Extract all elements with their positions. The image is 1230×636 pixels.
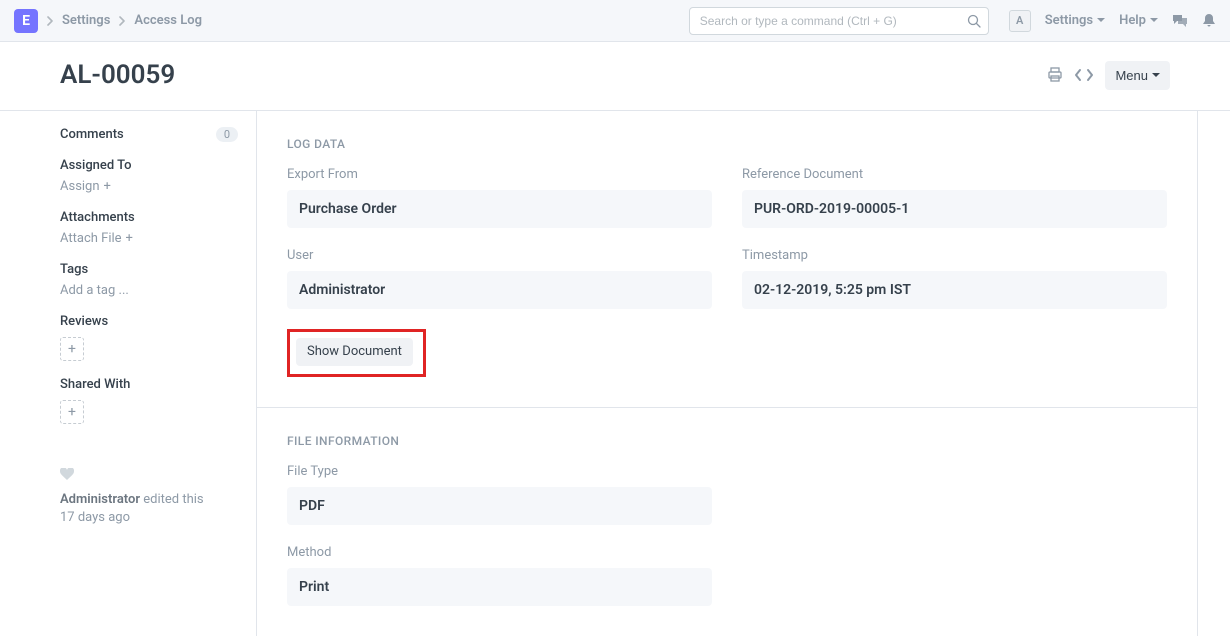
sidebar-attachments: Attachments Attach File + [60,210,238,246]
chevron-right-icon [46,16,54,26]
settings-dropdown[interactable]: Settings [1045,13,1105,28]
comments-label[interactable]: Comments [60,127,124,142]
plus-icon: + [104,179,111,194]
sidebar-shared-with: Shared With + [60,377,238,424]
search-wrapper [689,7,989,35]
edit-suffix: edited this [140,492,204,507]
main-area: Log Data Export From Purchase Order Refe… [256,111,1198,636]
export-from-label: Export From [287,167,712,182]
field-file-type: File Type PDF [287,464,712,525]
timestamp-value: 02-12-2019, 5:25 pm IST [742,271,1167,309]
section-log-data: Log Data Export From Purchase Order Refe… [257,111,1197,408]
chat-icon[interactable] [1172,14,1188,28]
field-timestamp: Timestamp 02-12-2019, 5:25 pm IST [742,248,1167,309]
assigned-to-label: Assigned To [60,158,238,173]
sidebar-assigned-to: Assigned To Assign + [60,158,238,194]
settings-label: Settings [1045,13,1093,28]
sidebar-comments: Comments 0 [60,127,238,142]
reviews-label: Reviews [60,314,238,329]
show-document-wrapper: Show Document [287,329,1167,377]
breadcrumb-access-log[interactable]: Access Log [134,13,202,28]
search-input[interactable] [689,7,989,35]
caret-down-icon [1150,18,1158,23]
navbar-right: A Settings Help [1009,10,1216,32]
menu-button-label: Menu [1115,68,1148,83]
file-type-value: PDF [287,487,712,525]
reference-document-value: PUR-ORD-2019-00005-1 [742,190,1167,228]
prev-icon[interactable] [1073,68,1083,82]
export-from-value: Purchase Order [287,190,712,228]
edit-user: Administrator [60,492,140,507]
page-title: AL-00059 [60,60,175,90]
menu-button[interactable]: Menu [1105,61,1170,90]
assign-text: Assign [60,179,100,194]
user-label: User [287,248,712,263]
comments-count: 0 [216,127,238,142]
attachments-label: Attachments [60,210,238,225]
help-label: Help [1119,13,1146,28]
attach-file-button[interactable]: Attach File + [60,231,133,246]
user-value: Administrator [287,271,712,309]
field-export-from: Export From Purchase Order [287,167,712,228]
avatar-letter: A [1016,14,1023,27]
plus-icon: + [126,231,133,246]
method-label: Method [287,545,712,560]
next-icon[interactable] [1085,68,1095,82]
caret-down-icon [1152,73,1160,78]
highlight-annotation: Show Document [287,329,426,377]
sidebar: Comments 0 Assigned To Assign + Attachme… [60,111,256,636]
file-type-label: File Type [287,464,712,479]
print-icon[interactable] [1047,67,1063,83]
navbar: E Settings Access Log A Settings Help [0,0,1230,42]
timestamp-label: Timestamp [742,248,1167,263]
reference-document-label: Reference Document [742,167,1167,182]
search-icon [967,14,981,28]
edit-when: 17 days ago [60,510,130,525]
sidebar-tags: Tags Add a tag ... [60,262,238,298]
sidebar-reviews: Reviews + [60,314,238,361]
page-actions: Menu [1047,61,1170,90]
edit-info: Administrator edited this 17 days ago [60,491,238,527]
bell-icon[interactable] [1202,13,1216,29]
add-share-button[interactable]: + [60,400,84,424]
heart-icon[interactable] [60,468,238,481]
add-review-button[interactable]: + [60,337,84,361]
field-method: Method Print [287,545,712,606]
field-user: User Administrator [287,248,712,309]
chevron-right-icon [118,16,126,26]
logo-letter: E [22,13,30,29]
page-head: AL-00059 Menu [0,42,1230,111]
avatar[interactable]: A [1009,10,1031,32]
pager [1073,68,1095,82]
caret-down-icon [1097,18,1105,23]
assign-button[interactable]: Assign + [60,179,111,194]
navbar-left: E Settings Access Log [14,9,689,33]
attach-file-text: Attach File [60,231,122,246]
section-title-log-data: Log Data [287,137,1167,151]
breadcrumb-settings[interactable]: Settings [62,13,110,28]
section-file-information: File Information File Type PDF Method Pr… [257,408,1197,636]
show-document-button[interactable]: Show Document [296,338,413,366]
method-value: Print [287,568,712,606]
logo[interactable]: E [14,9,38,33]
add-tag-button[interactable]: Add a tag ... [60,283,129,298]
section-title-file-info: File Information [287,434,1167,448]
layout: Comments 0 Assigned To Assign + Attachme… [0,111,1230,636]
shared-with-label: Shared With [60,377,238,392]
tags-label: Tags [60,262,238,277]
field-reference-document: Reference Document PUR-ORD-2019-00005-1 [742,167,1167,228]
help-dropdown[interactable]: Help [1119,13,1158,28]
